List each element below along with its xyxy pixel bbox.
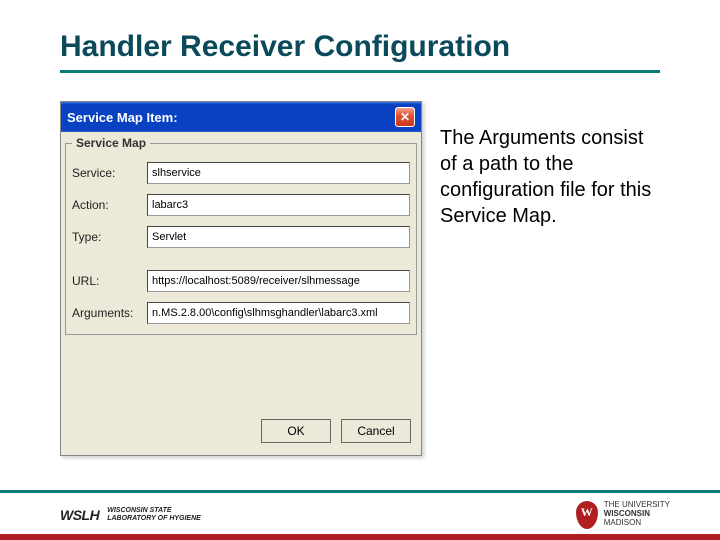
type-label: Type: — [72, 230, 147, 244]
uw-crest-icon — [576, 501, 598, 529]
fieldset-legend: Service Map — [72, 136, 150, 150]
url-label: URL: — [72, 274, 147, 288]
action-input[interactable] — [147, 194, 410, 216]
wslh-logo: WSLH — [60, 507, 99, 523]
explanation-text: The Arguments consist of a path to the c… — [440, 125, 660, 229]
url-input[interactable] — [147, 270, 410, 292]
service-input[interactable] — [147, 162, 410, 184]
page-title: Handler Receiver Configuration — [60, 30, 660, 73]
uw-branding: THE UNIVERSITY WISCONSIN MADISON — [576, 501, 670, 529]
ok-button[interactable]: OK — [261, 419, 331, 443]
service-label: Service: — [72, 166, 147, 180]
uw-line3: MADISON — [604, 519, 670, 528]
arguments-label: Arguments: — [72, 306, 147, 320]
cancel-button[interactable]: Cancel — [341, 419, 411, 443]
type-input[interactable] — [147, 226, 410, 248]
action-label: Action: — [72, 198, 147, 212]
arguments-input[interactable] — [147, 302, 410, 324]
wslh-line1: WISCONSIN STATE — [107, 507, 201, 515]
wslh-line2: LABORATORY OF HYGIENE — [107, 515, 201, 523]
wslh-branding: WSLH WISCONSIN STATE LABORATORY OF HYGIE… — [60, 507, 201, 523]
service-map-dialog: Service Map Item: ✕ Service Map Service:… — [60, 101, 422, 456]
service-map-fieldset: Service Map Service: Action: Type: URL: — [65, 136, 417, 335]
close-icon[interactable]: ✕ — [395, 107, 415, 127]
dialog-title-text: Service Map Item: — [67, 110, 178, 125]
slide-footer: WSLH WISCONSIN STATE LABORATORY OF HYGIE… — [0, 490, 720, 540]
dialog-titlebar: Service Map Item: ✕ — [61, 102, 421, 132]
